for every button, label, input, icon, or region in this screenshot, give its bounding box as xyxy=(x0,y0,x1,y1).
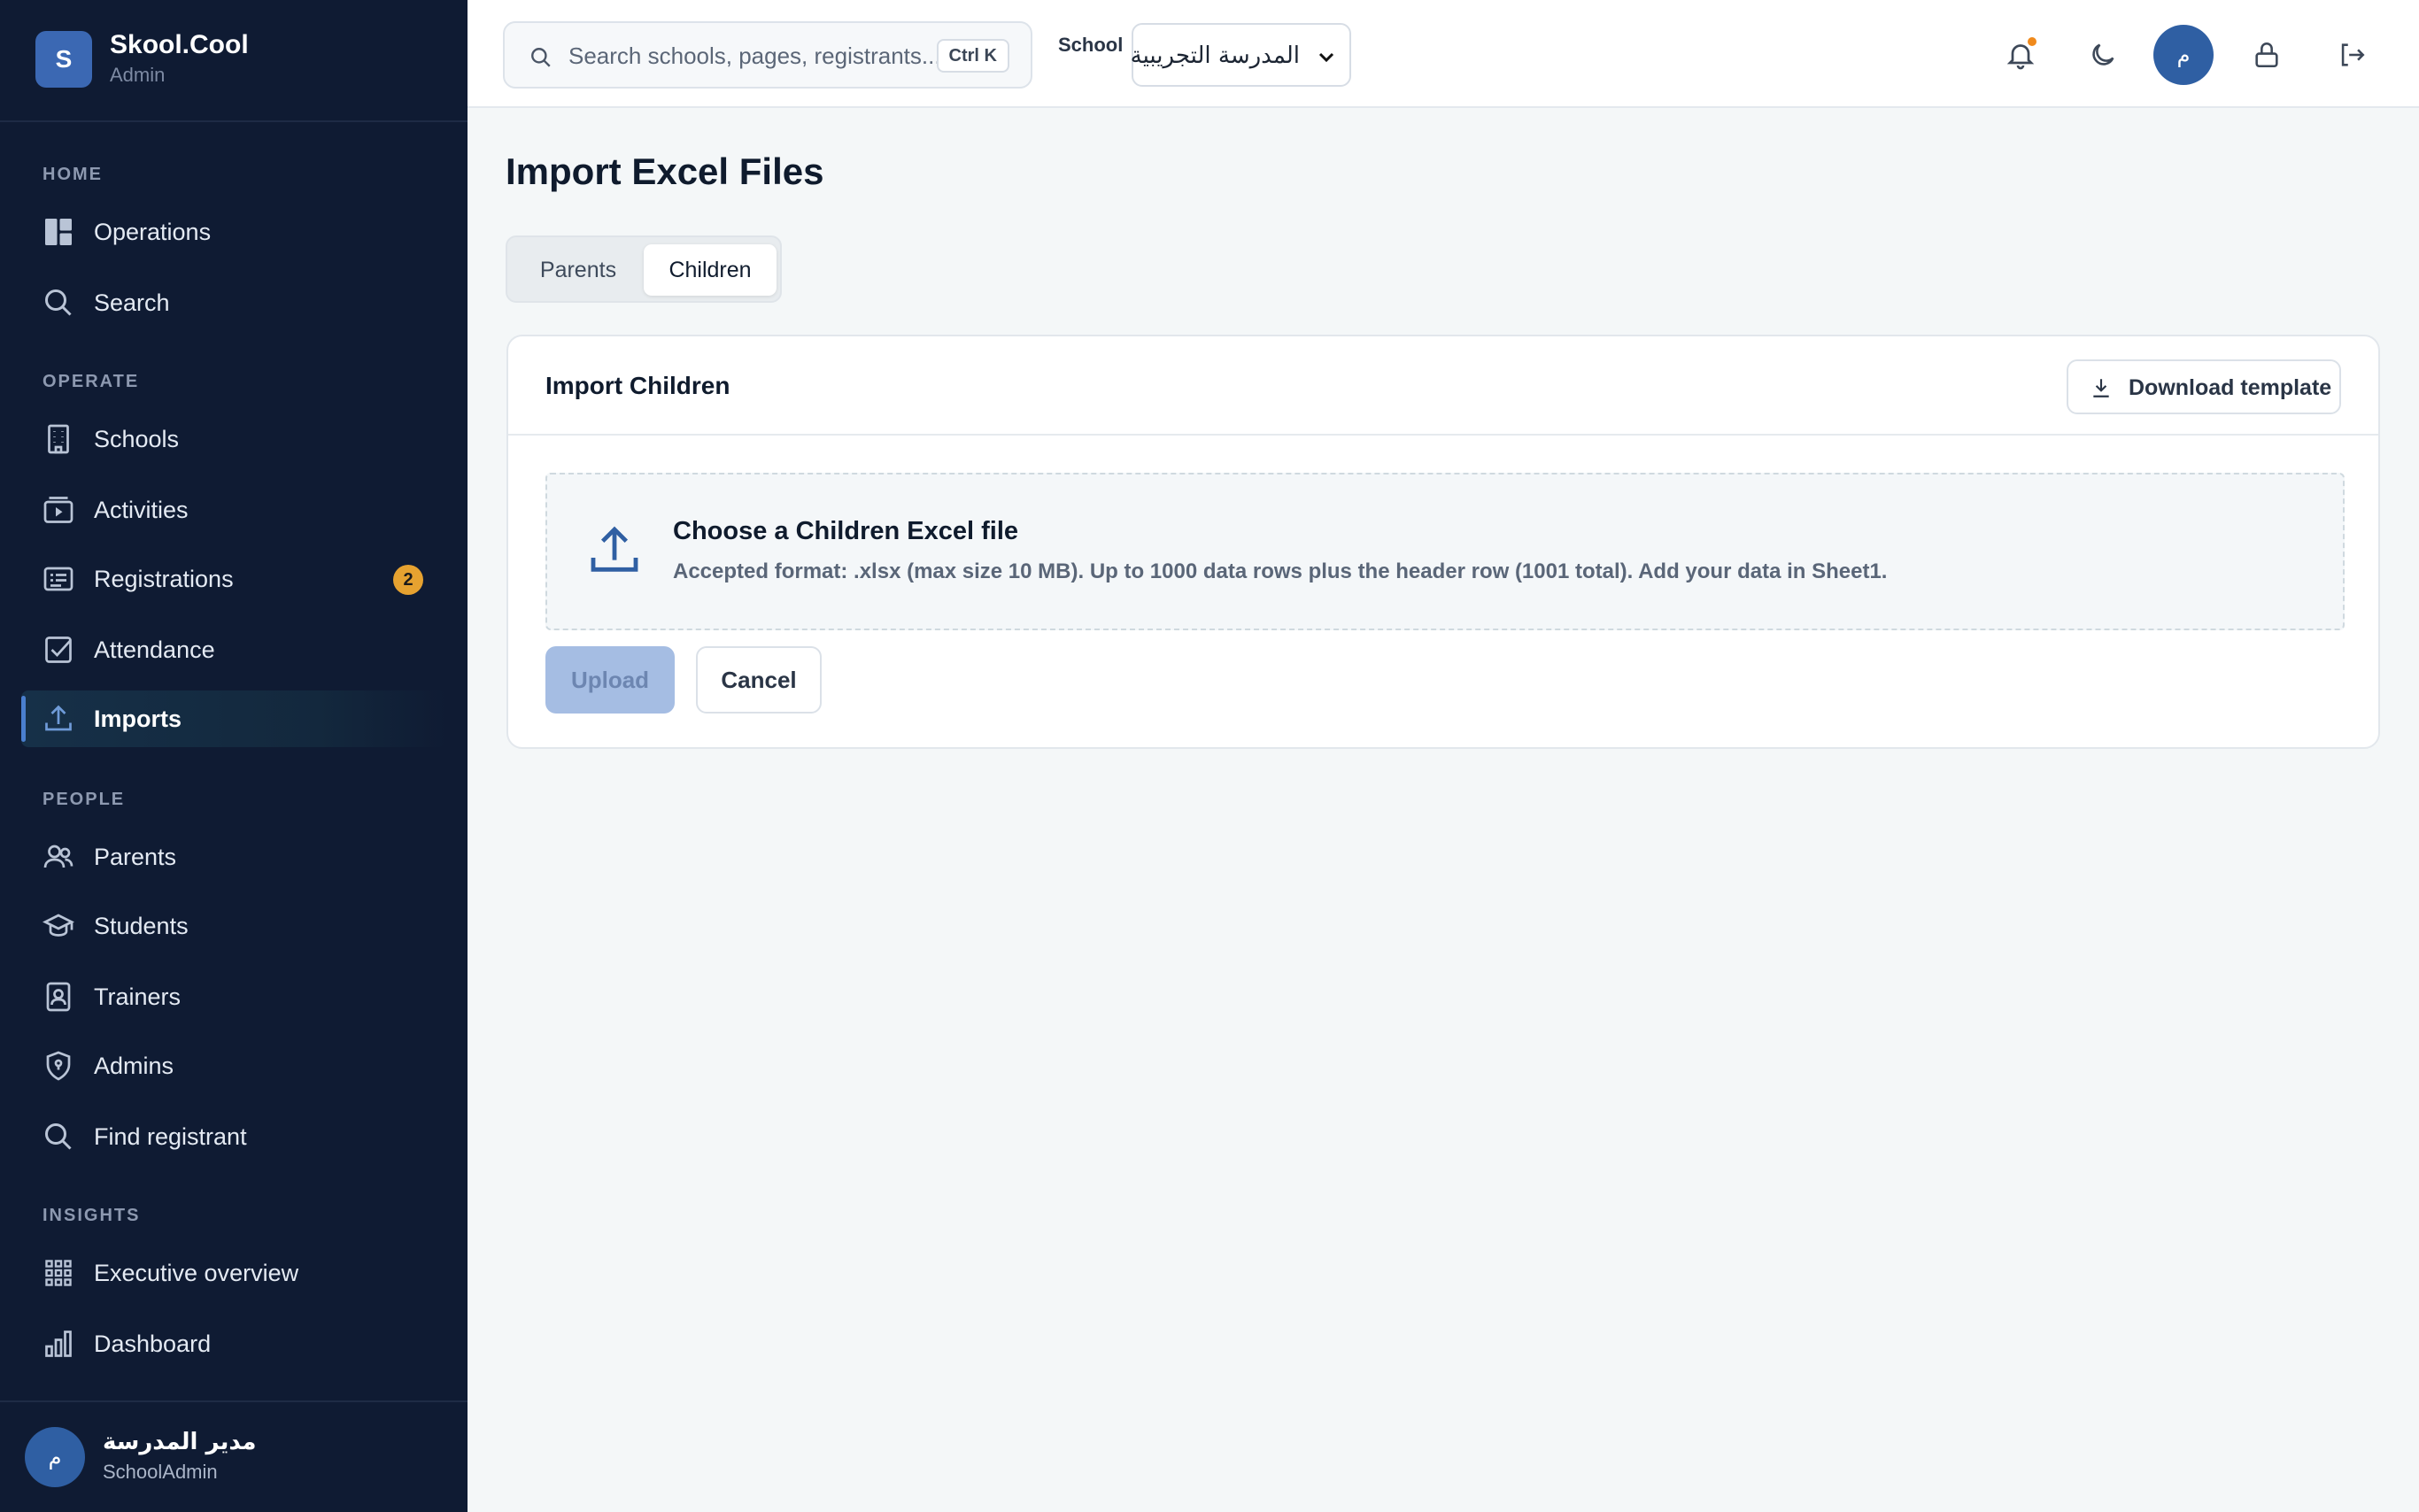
sidebar-item-executive-overview[interactable]: Executive overview xyxy=(21,1245,446,1301)
sidebar-item-parents[interactable]: Parents xyxy=(21,829,446,885)
sidebar-user-name: مدير المدرسة xyxy=(103,1429,257,1455)
logout-button[interactable] xyxy=(2323,27,2380,83)
sidebar-item-label: Dashboard xyxy=(94,1330,212,1357)
id-badge-icon xyxy=(46,982,71,1012)
avatar: م xyxy=(25,1427,85,1487)
dropzone-help-text: Accepted format: .xlsx (max size 10 MB).… xyxy=(673,559,1888,583)
brand-name: Skool.Cool xyxy=(110,30,249,59)
sidebar-item-label: Search xyxy=(94,289,170,316)
registration-card-icon xyxy=(43,567,73,591)
notifications-button[interactable] xyxy=(1992,27,2049,83)
sidebar-item-trainers[interactable]: Trainers xyxy=(21,968,446,1025)
sidebar-item-label: Operations xyxy=(94,218,212,245)
import-children-card: Import Children Download template Choose… xyxy=(506,335,2380,749)
sidebar-item-label: Find registrant xyxy=(94,1122,247,1150)
school-select-value: المدرسة التجريبية xyxy=(1130,42,1300,69)
sidebar-item-dashboard[interactable]: Dashboard xyxy=(21,1315,446,1372)
sidebar-item-operations[interactable]: Operations xyxy=(21,204,446,260)
sidebar-item-attendance[interactable]: Attendance xyxy=(21,621,446,678)
sidebar-item-search[interactable]: Search xyxy=(21,274,446,331)
brand-header: S Skool.Cool Admin xyxy=(0,0,468,122)
tab-parents[interactable]: Parents xyxy=(516,244,640,296)
brand-logo: S xyxy=(35,31,92,88)
card-title: Import Children xyxy=(545,372,730,399)
dashboard-grid-icon xyxy=(45,219,72,245)
upload-icon xyxy=(591,526,638,572)
nav-section-people: PEOPLE xyxy=(43,790,126,809)
sidebar-item-activities[interactable]: Activities xyxy=(21,482,446,538)
notification-dot xyxy=(2028,37,2036,46)
download-icon xyxy=(2093,379,2109,397)
theme-toggle-button[interactable] xyxy=(2075,27,2131,83)
sidebar-item-schools[interactable]: Schools xyxy=(21,411,446,467)
logout-icon xyxy=(2341,43,2365,66)
page-title: Import Excel Files xyxy=(506,150,824,192)
user-avatar-button[interactable]: م xyxy=(2153,25,2214,85)
sidebar-item-students[interactable]: Students xyxy=(21,898,446,954)
sidebar-item-label: Imports xyxy=(94,705,182,732)
sidebar-item-label: Admins xyxy=(94,1052,174,1079)
file-dropzone[interactable]: Choose a Children Excel file Accepted fo… xyxy=(545,473,2345,630)
sidebar-item-registrations[interactable]: Registrations 2 xyxy=(21,551,446,607)
building-icon xyxy=(48,424,69,454)
school-select-label: School xyxy=(1058,34,1124,56)
import-type-tabs: Parents Children xyxy=(506,235,782,303)
sidebar-item-label: Activities xyxy=(94,496,189,523)
apps-grid-icon xyxy=(45,1260,72,1286)
search-placeholder: Search schools, pages, registrants... xyxy=(568,42,941,69)
graduation-cap-icon xyxy=(43,914,74,937)
search-icon xyxy=(45,289,72,316)
sidebar-item-label: Trainers xyxy=(94,983,182,1010)
brand-role: Admin xyxy=(110,64,166,86)
checkbox-icon xyxy=(45,636,72,663)
upload-icon xyxy=(45,705,72,731)
download-template-label: Download template xyxy=(2129,375,2332,400)
sidebar-user-role: SchoolAdmin xyxy=(103,1461,218,1483)
shield-icon xyxy=(46,1051,71,1081)
registrations-count-badge: 2 xyxy=(393,565,423,595)
cancel-button[interactable]: Cancel xyxy=(696,646,822,714)
lock-icon xyxy=(2255,42,2278,68)
tab-children[interactable]: Children xyxy=(644,244,777,296)
top-bar: Search schools, pages, registrants... Ct… xyxy=(468,0,2419,108)
download-template-button[interactable]: Download template xyxy=(2067,359,2341,414)
bar-chart-icon xyxy=(45,1331,72,1357)
keyboard-shortcut-hint: Ctrl K xyxy=(936,39,1009,73)
nav-section-insights: INSIGHTS xyxy=(43,1206,141,1225)
nav-section-operate: OPERATE xyxy=(43,372,140,391)
users-icon xyxy=(43,845,73,868)
sidebar-item-label: Attendance xyxy=(94,636,215,663)
sidebar-item-imports[interactable]: Imports xyxy=(21,690,446,747)
sidebar-item-label: Registrations xyxy=(94,565,234,592)
nav-section-home: HOME xyxy=(43,165,103,184)
sidebar: S Skool.Cool Admin HOME Operations Searc… xyxy=(0,0,468,1512)
card-header: Import Children Download template xyxy=(508,336,2378,436)
sidebar-item-label: Parents xyxy=(94,843,177,870)
lock-button[interactable] xyxy=(2238,27,2295,83)
sidebar-user-card[interactable]: م مدير المدرسة SchoolAdmin xyxy=(0,1400,468,1512)
sidebar-item-find-registrant[interactable]: Find registrant xyxy=(21,1108,446,1165)
sidebar-item-label: Students xyxy=(94,912,189,939)
search-icon xyxy=(531,48,551,67)
chevron-down-icon xyxy=(1318,52,1334,63)
sidebar-item-admins[interactable]: Admins xyxy=(21,1038,446,1094)
sidebar-item-label: Executive overview xyxy=(94,1259,299,1286)
dropzone-title: Choose a Children Excel file xyxy=(673,517,1018,545)
moon-icon xyxy=(2092,43,2114,66)
video-play-icon xyxy=(43,497,73,523)
upload-button[interactable]: Upload xyxy=(545,646,675,714)
search-icon xyxy=(45,1123,72,1150)
school-select[interactable]: المدرسة التجريبية xyxy=(1130,23,1351,87)
sidebar-item-label: Schools xyxy=(94,425,180,452)
global-search-input[interactable]: Search schools, pages, registrants... Ct… xyxy=(503,21,1032,89)
